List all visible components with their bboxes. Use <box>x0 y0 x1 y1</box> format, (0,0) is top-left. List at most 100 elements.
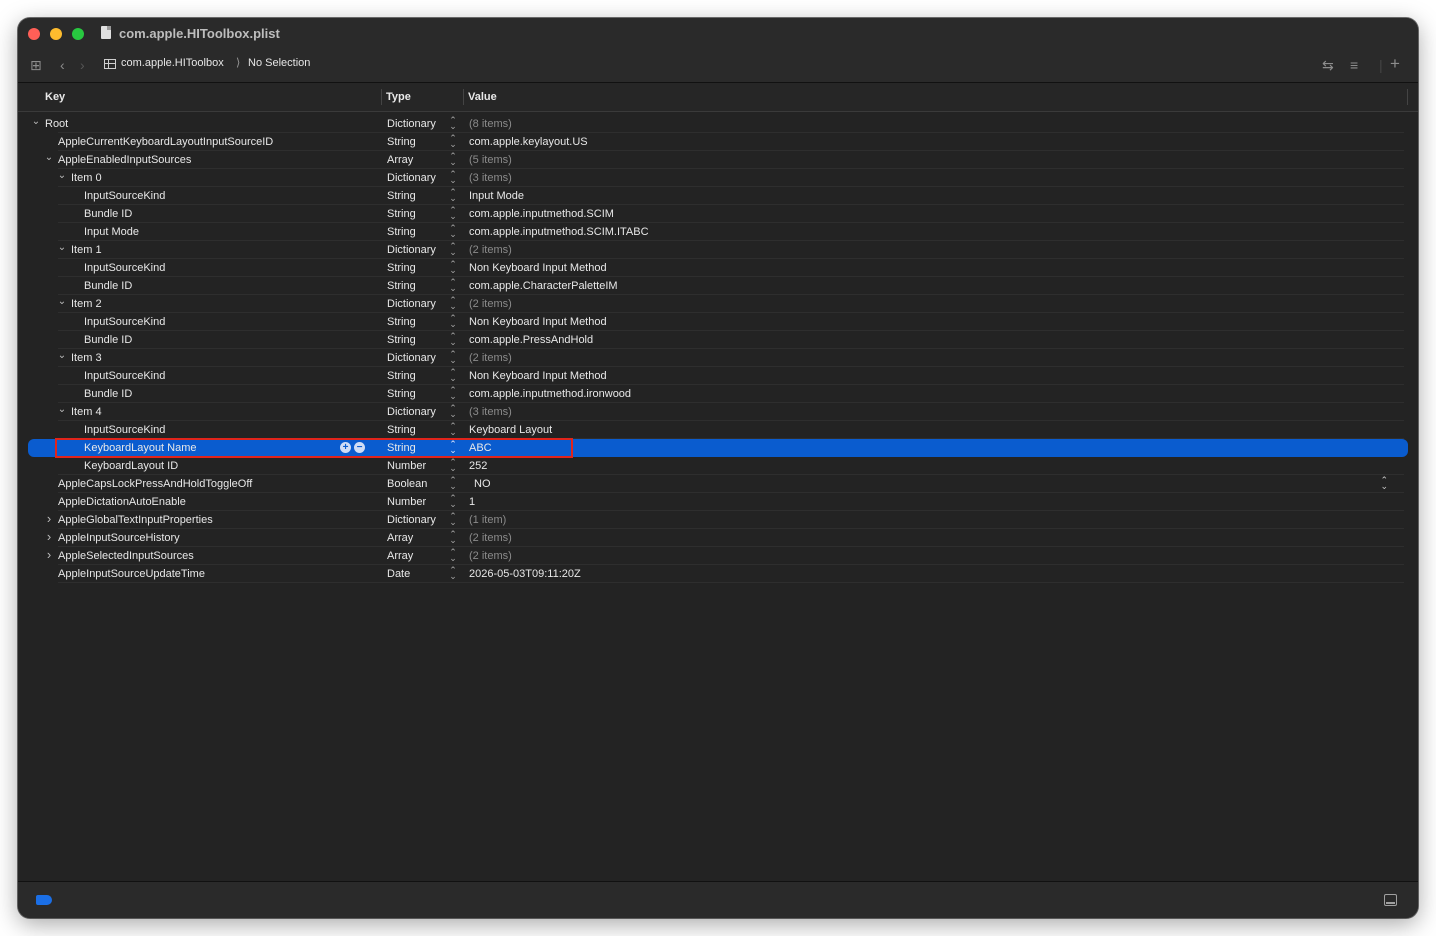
row-value[interactable]: 252 <box>469 460 487 472</box>
column-divider[interactable] <box>381 89 382 105</box>
type-stepper-icon[interactable]: ⌃ ⌄ <box>449 296 457 311</box>
row-type[interactable]: String <box>387 388 416 400</box>
row-value[interactable]: (1 item) <box>469 514 506 526</box>
type-stepper-icon[interactable]: ⌃ ⌄ <box>449 314 457 329</box>
type-stepper-icon[interactable]: ⌃ ⌄ <box>449 206 457 221</box>
disclosure-open-icon[interactable]: ⌄ <box>57 242 67 253</box>
row-value[interactable]: Input Mode <box>469 190 524 202</box>
table-row[interactable]: Bundle ID String ⌃ ⌄ com.apple.PressAndHold <box>28 331 1408 349</box>
row-key[interactable]: Item 0 <box>71 172 102 184</box>
row-value[interactable]: com.apple.inputmethod.SCIM <box>469 208 614 220</box>
type-stepper-icon[interactable]: ⌃ ⌄ <box>449 386 457 401</box>
type-stepper-icon[interactable]: ⌃ ⌄ <box>449 332 457 347</box>
type-stepper-icon[interactable]: ⌃ ⌄ <box>449 134 457 149</box>
row-key[interactable]: InputSourceKind <box>84 262 165 274</box>
breadcrumb-file[interactable]: com.apple.HIToolbox <box>121 57 224 69</box>
row-key[interactable]: Bundle ID <box>84 334 132 346</box>
row-key[interactable]: Item 1 <box>71 244 102 256</box>
row-key[interactable]: AppleInputSourceHistory <box>58 532 180 544</box>
row-key[interactable]: Item 2 <box>71 298 102 310</box>
row-value[interactable]: Non Keyboard Input Method <box>469 370 607 382</box>
row-key[interactable]: Bundle ID <box>84 208 132 220</box>
grid-icon[interactable]: ⊞ <box>30 55 42 75</box>
table-row[interactable]: ⌄ Item 3 Dictionary ⌃ ⌄ (2 items) <box>28 349 1408 367</box>
type-stepper-icon[interactable]: ⌃ ⌄ <box>449 116 457 131</box>
table-row[interactable]: InputSourceKind String ⌃ ⌄ Non Keyboard Inpu… <box>28 259 1408 277</box>
row-key[interactable]: AppleGlobalTextInputProperties <box>58 514 213 526</box>
row-type[interactable]: String <box>387 280 416 292</box>
table-row[interactable]: › AppleInputSourceHistory Array ⌃ ⌄ (2 items) <box>28 529 1408 547</box>
row-key[interactable]: InputSourceKind <box>84 424 165 436</box>
row-type[interactable]: String <box>387 190 416 202</box>
row-key[interactable]: InputSourceKind <box>84 370 165 382</box>
type-stepper-icon[interactable]: ⌃ ⌄ <box>449 494 457 509</box>
row-value[interactable]: (2 items) <box>469 532 512 544</box>
row-type[interactable]: Number <box>387 460 426 472</box>
row-value[interactable]: com.apple.keylayout.US <box>469 136 588 148</box>
row-type[interactable]: Dictionary <box>387 514 436 526</box>
row-type[interactable]: Boolean <box>387 478 427 490</box>
row-value[interactable]: 1 <box>469 496 475 508</box>
type-stepper-icon[interactable]: ⌃ ⌄ <box>449 566 457 581</box>
type-stepper-icon[interactable]: ⌃ ⌄ <box>449 188 457 203</box>
type-stepper-icon[interactable]: ⌃ ⌄ <box>449 260 457 275</box>
row-type[interactable]: Dictionary <box>387 406 436 418</box>
disclosure-open-icon[interactable]: ⌄ <box>57 296 67 307</box>
type-stepper-icon[interactable]: ⌃ ⌄ <box>449 458 457 473</box>
table-row[interactable]: Bundle ID String ⌃ ⌄ com.apple.inputmethod.i… <box>28 385 1408 403</box>
minimize-window-button[interactable] <box>50 28 62 40</box>
align-lines-icon[interactable]: ≡ <box>1350 55 1358 75</box>
row-value[interactable]: (3 items) <box>469 172 512 184</box>
row-value[interactable]: (3 items) <box>469 406 512 418</box>
table-row[interactable]: AppleCapsLockPressAndHoldToggleOff Boolea… <box>28 475 1408 493</box>
table-row[interactable]: AppleInputSourceUpdateTime Date ⌃ ⌄ 2026-05-… <box>28 565 1408 583</box>
row-value[interactable]: 2026-05-03T09:11:20Z <box>469 568 581 580</box>
row-type[interactable]: String <box>387 334 416 346</box>
row-value[interactable]: com.apple.inputmethod.ironwood <box>469 388 631 400</box>
table-row[interactable]: Bundle ID String ⌃ ⌄ com.apple.CharacterPale… <box>28 277 1408 295</box>
row-type[interactable]: Dictionary <box>387 244 436 256</box>
type-stepper-icon[interactable]: ⌃ ⌄ <box>449 476 457 491</box>
table-row[interactable]: InputSourceKind String ⌃ ⌄ Non Keyboard Inpu… <box>28 367 1408 385</box>
row-key[interactable]: Bundle ID <box>84 280 132 292</box>
disclosure-open-icon[interactable]: ⌄ <box>57 404 67 415</box>
row-value[interactable]: (2 items) <box>469 352 512 364</box>
type-stepper-icon[interactable]: ⌃ ⌄ <box>449 422 457 437</box>
table-row[interactable]: AppleCurrentKeyboardLayoutInputSourceID S… <box>28 133 1408 151</box>
disclosure-open-icon[interactable]: ⌄ <box>57 350 67 361</box>
disclosure-open-icon[interactable]: ⌄ <box>44 152 54 163</box>
zoom-window-button[interactable] <box>72 28 84 40</box>
row-key[interactable]: Root <box>45 118 68 130</box>
type-stepper-icon[interactable]: ⌃ ⌄ <box>449 152 457 167</box>
row-key[interactable]: AppleInputSourceUpdateTime <box>58 568 205 580</box>
row-key[interactable]: AppleEnabledInputSources <box>58 154 191 166</box>
row-type[interactable]: String <box>387 316 416 328</box>
row-type[interactable]: String <box>387 136 416 148</box>
table-row[interactable]: InputSourceKind String ⌃ ⌄ Non Keyboard Inpu… <box>28 313 1408 331</box>
value-dropdown-icon[interactable]: ⌃ ⌄ <box>1380 476 1388 491</box>
swap-arrows-icon[interactable]: ⇆ <box>1322 55 1334 75</box>
row-type[interactable]: Array <box>387 532 413 544</box>
row-type[interactable]: String <box>387 370 416 382</box>
row-value[interactable]: com.apple.CharacterPaletteIM <box>469 280 618 292</box>
forward-chevron-icon[interactable]: › <box>80 55 85 75</box>
row-value[interactable]: Non Keyboard Input Method <box>469 316 607 328</box>
table-row[interactable]: ⌄ Item 2 Dictionary ⌃ ⌄ (2 items) <box>28 295 1408 313</box>
row-type[interactable]: String <box>387 226 416 238</box>
table-row[interactable]: KeyboardLayout ID Number ⌃ ⌄ 252 <box>28 457 1408 475</box>
row-type[interactable]: String <box>387 208 416 220</box>
row-value[interactable]: (2 items) <box>469 550 512 562</box>
row-value[interactable]: (2 items) <box>469 298 512 310</box>
breadcrumb-selection[interactable]: No Selection <box>248 57 310 69</box>
disclosure-closed-icon[interactable]: › <box>44 511 54 526</box>
table-row[interactable]: ⌄ Item 0 Dictionary ⌃ ⌄ (3 items) <box>28 169 1408 187</box>
type-stepper-icon[interactable]: ⌃ ⌄ <box>449 242 457 257</box>
row-type[interactable]: Date <box>387 568 410 580</box>
row-key[interactable]: AppleCurrentKeyboardLayoutInputSourceID <box>58 136 273 148</box>
column-divider[interactable] <box>1407 89 1408 105</box>
panel-toggle-icon[interactable] <box>1384 894 1397 906</box>
row-key[interactable]: Input Mode <box>84 226 139 238</box>
type-stepper-icon[interactable]: ⌃ ⌄ <box>449 404 457 419</box>
type-stepper-icon[interactable]: ⌃ ⌄ <box>449 530 457 545</box>
type-stepper-icon[interactable]: ⌃ ⌄ <box>449 224 457 239</box>
